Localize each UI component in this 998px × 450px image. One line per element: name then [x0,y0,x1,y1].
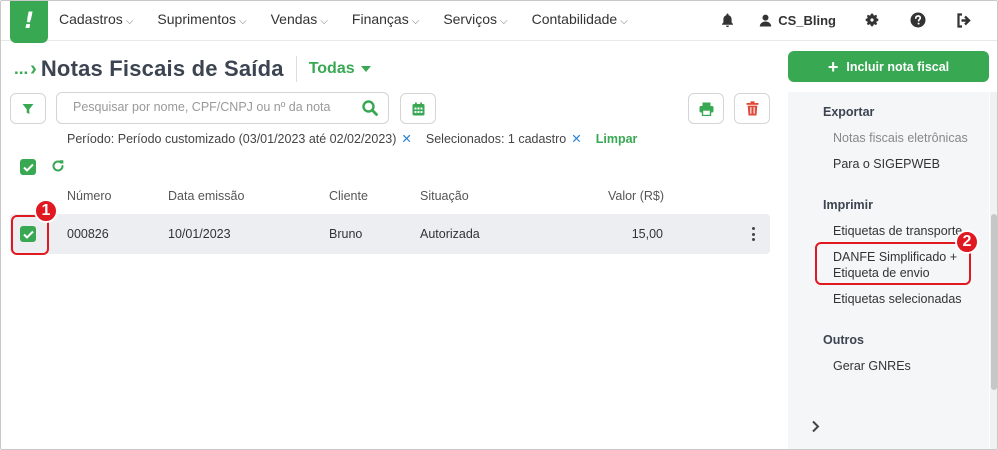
highlight-step-2 [815,242,971,285]
action-sigepweb[interactable]: Para o SIGEPWEB [833,156,940,172]
menu-label: Finanças [351,11,409,27]
action-gerar-gnres[interactable]: Gerar GNREs [833,358,911,374]
status-filter-label: Todas [308,60,355,77]
logout-icon[interactable] [954,10,974,30]
section-outros: Outros [823,333,864,347]
section-exportar: Exportar [823,105,875,119]
top-navbar: ! Cadastros ⌵ Suprimentos ⌵ Vendas ⌵ Finanç… [0,0,998,43]
gear-icon[interactable] [862,10,882,30]
menu-financas[interactable]: Finanças ⌵ [352,11,419,27]
app-logo[interactable]: ! [10,0,48,43]
include-invoice-label: Incluir nota fiscal [846,59,950,74]
chevron-down-icon: ⌵ [320,16,328,27]
menu-label: Suprimentos [157,11,236,27]
menu-servicos[interactable]: Serviços ⌵ [443,11,507,27]
search-icon[interactable] [362,100,378,119]
calendar-icon [412,102,424,115]
divider [295,56,297,82]
col-valor: Valor (R$) [607,189,664,203]
help-icon[interactable] [908,10,928,30]
chevron-down-icon: ⌵ [411,16,420,27]
active-filters: Período: Período customizado (03/01/2023… [67,131,638,147]
user-menu[interactable]: CS_Bling [759,13,836,28]
step-badge-1: 1 [34,199,58,223]
include-invoice-button[interactable]: + Incluir nota fiscal [788,51,989,82]
remove-period-filter-icon[interactable]: ✕ [401,131,411,146]
col-numero: Número [67,189,112,203]
user-icon [760,14,772,26]
breadcrumb-more[interactable]: ... [14,59,28,79]
menu-suprimentos[interactable]: Suprimentos ⌵ [157,11,246,27]
scrollbar-thumb[interactable] [991,214,997,390]
kebab-icon[interactable] [751,227,755,241]
step-badge-2: 2 [955,230,979,254]
action-etiquetas-transporte[interactable]: Etiquetas de transporte [833,223,962,239]
cell-cliente: Bruno [329,227,363,241]
print-button[interactable] [688,93,724,124]
menu-label: Contabilidade [531,11,618,27]
sidebar-scrollbar[interactable] [990,92,998,450]
plus-icon: + [827,56,839,77]
action-etiquetas-selecionadas[interactable]: Etiquetas selecionadas [833,291,962,307]
chevron-down-icon: ⌵ [239,16,247,27]
col-cliente: Cliente [329,189,368,203]
chevron-right-icon[interactable] [811,420,820,436]
select-all-checkbox[interactable] [20,159,36,175]
page-title: Notas Fiscais de Saída [40,56,284,81]
check-icon [22,163,34,172]
action-notas-fiscais-eletronicas[interactable]: Notas fiscais eletrônicas [833,130,968,146]
menu-label: Serviços [443,11,497,27]
status-filter-dropdown[interactable]: Todas [309,60,371,78]
menu-label: Vendas [270,11,318,27]
page-header: ... › Notas Fiscais de Saída Todas [14,56,371,82]
caret-down-icon [360,66,371,72]
selected-count-text: Selecionados: 1 cadastro [425,131,567,146]
user-name: CS_Bling [778,12,836,28]
cell-situacao: Autorizada [420,227,480,241]
bell-icon[interactable] [717,10,737,30]
top-right-actions: CS_Bling [717,0,974,40]
cell-data-emissao: 10/01/2023 [168,227,231,241]
menu-label: Cadastros [59,11,123,27]
search-box [56,92,389,124]
delete-button[interactable] [734,93,770,124]
chevron-right-icon: › [30,57,37,80]
refresh-icon[interactable] [51,159,65,176]
print-icon [699,102,713,116]
period-filter-text: Período: Período customizado (03/01/2023… [67,131,397,146]
main-menu: Cadastros ⌵ Suprimentos ⌵ Vendas ⌵ Finanças… [59,11,652,27]
filter-button[interactable] [10,93,46,124]
filter-icon [22,103,34,114]
chevron-down-icon: ⌵ [500,16,508,27]
menu-contabilidade[interactable]: Contabilidade ⌵ [532,11,628,27]
chevron-down-icon: ⌵ [125,16,134,27]
cell-numero: 000826 [67,227,109,241]
remove-selection-icon[interactable]: ✕ [571,131,581,146]
section-imprimir: Imprimir [823,198,874,212]
col-data-emissao: Data emissão [168,189,245,203]
clear-filters-link[interactable]: Limpar [596,132,638,146]
chevron-down-icon: ⌵ [620,16,628,27]
date-range-button[interactable] [400,93,436,124]
menu-cadastros[interactable]: Cadastros ⌵ [59,11,133,27]
col-situacao: Situação [420,189,469,203]
logo-mark: ! [23,9,35,34]
cell-valor: 15,00 [631,227,663,241]
trash-icon [746,101,758,116]
menu-vendas[interactable]: Vendas ⌵ [271,11,328,27]
search-input[interactable] [73,100,343,114]
